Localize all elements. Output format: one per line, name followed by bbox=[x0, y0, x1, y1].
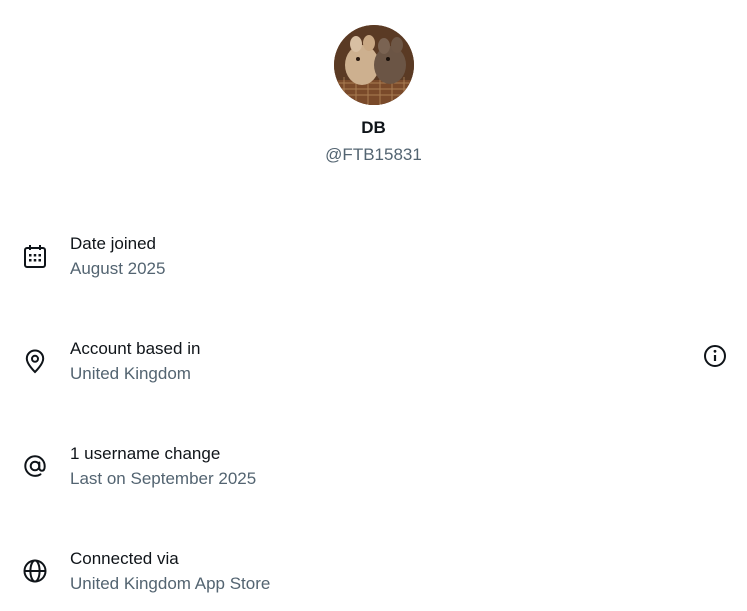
row-title: Account based in bbox=[70, 339, 201, 358]
row-title: Date joined bbox=[70, 234, 157, 253]
info-row-date-joined: Date joined August 2025 bbox=[0, 233, 747, 293]
location-pin-icon bbox=[22, 348, 48, 374]
display-name: DB bbox=[361, 118, 386, 137]
avatar-photo bbox=[334, 25, 414, 105]
row-title: Connected via bbox=[70, 549, 179, 568]
row-value: Last on September 2025 bbox=[70, 469, 257, 488]
row-value: August 2025 bbox=[70, 259, 166, 278]
calendar-icon bbox=[22, 243, 48, 269]
globe-icon bbox=[22, 558, 48, 584]
info-row-account-based-in: Account based in United Kingdom bbox=[0, 338, 747, 398]
avatar[interactable] bbox=[334, 25, 414, 105]
row-title: 1 username change bbox=[70, 444, 221, 463]
row-value: United Kingdom bbox=[70, 364, 191, 383]
row-value: United Kingdom App Store bbox=[70, 574, 271, 593]
info-row-username-change: 1 username change Last on September 2025 bbox=[0, 443, 747, 503]
info-row-connected-via: Connected via United Kingdom App Store bbox=[0, 548, 747, 608]
at-sign-icon bbox=[22, 453, 48, 479]
username-handle: @FTB15831 bbox=[325, 145, 422, 164]
info-icon[interactable] bbox=[703, 344, 727, 368]
